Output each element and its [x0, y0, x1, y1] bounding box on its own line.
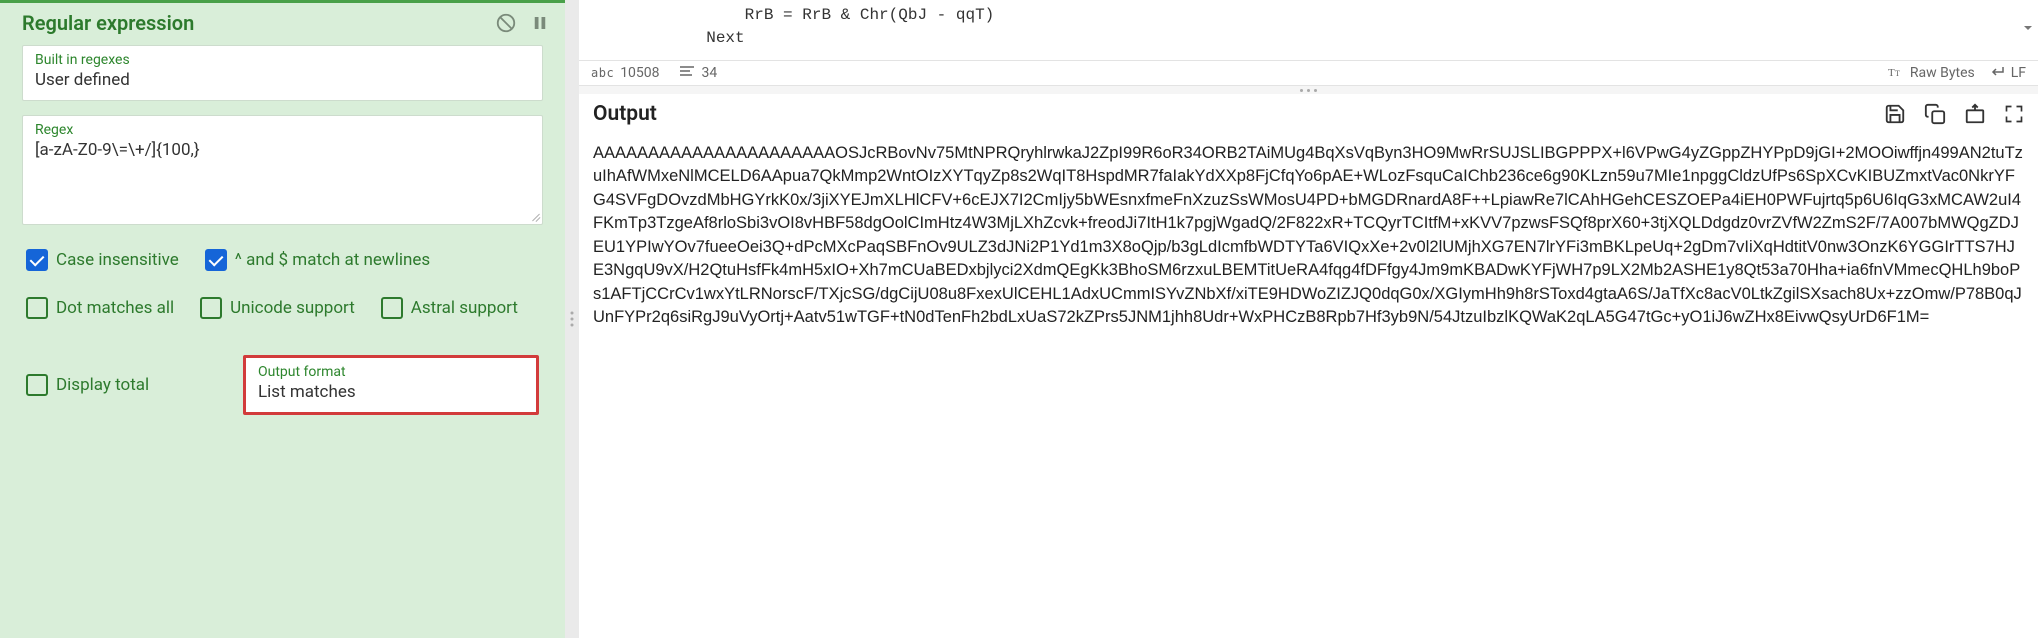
- lines-icon: [680, 65, 696, 81]
- output-content[interactable]: AAAAAAAAAAAAAAAAAAAAAAOSJcRBovNv75MtNPRQ…: [579, 138, 2038, 638]
- panel-title: Regular expression: [22, 11, 194, 35]
- code-line-1: RrB = RrB & Chr(QbJ - qqT): [591, 6, 994, 24]
- case-insensitive-checkbox[interactable]: Case insensitive: [26, 249, 179, 271]
- char-count-value: 10508: [620, 65, 659, 81]
- eol-label: LF: [2011, 65, 2026, 81]
- dot-matches-label: Dot matches all: [56, 298, 174, 318]
- newlines-checkbox[interactable]: ^ and $ match at newlines: [205, 249, 430, 271]
- line-count[interactable]: 34: [680, 65, 718, 81]
- output-format-value: List matches: [258, 382, 524, 402]
- svg-text:T: T: [1888, 67, 1895, 78]
- options-row-3: Display total Output format List matches: [22, 335, 543, 421]
- regex-input[interactable]: Regex [a-zA-Z0-9\=\+/]{100,}: [22, 115, 543, 225]
- checkbox-empty-icon: [200, 297, 222, 319]
- options-row-1: Case insensitive ^ and $ match at newlin…: [22, 239, 543, 273]
- status-left: abc 10508 34: [591, 65, 717, 81]
- output-title: Output: [593, 102, 657, 126]
- line-count-value: 34: [702, 65, 718, 81]
- display-total-label: Display total: [56, 375, 149, 395]
- copy-icon[interactable]: [1924, 103, 1946, 125]
- regex-label: Regex: [35, 122, 530, 138]
- case-insensitive-label: Case insensitive: [56, 250, 179, 270]
- checkbox-empty-icon: [381, 297, 403, 319]
- status-bar: abc 10508 34 TT Raw Bytes LF: [579, 60, 2038, 86]
- right-panel: RrB = RrB & Chr(QbJ - qqT) Next abc 1050…: [579, 0, 2038, 638]
- output-header: Output: [579, 94, 2038, 138]
- pause-icon[interactable]: [531, 14, 549, 32]
- builtin-regex-label: Built in regexes: [35, 52, 530, 68]
- output-format-select[interactable]: Output format List matches: [243, 355, 539, 415]
- output-toolbar: [1884, 103, 2024, 125]
- checkbox-checked-icon: [205, 249, 227, 271]
- builtin-regex-value: User defined: [35, 70, 530, 90]
- raw-bytes-label: Raw Bytes: [1910, 65, 1975, 81]
- text-format-icon: TT: [1888, 64, 1904, 82]
- replace-input-icon[interactable]: [1964, 103, 1986, 125]
- raw-bytes-toggle[interactable]: TT Raw Bytes: [1888, 64, 1975, 82]
- unicode-checkbox[interactable]: Unicode support: [200, 297, 355, 319]
- input-scrollbar[interactable]: [2022, 0, 2036, 60]
- astral-checkbox[interactable]: Astral support: [381, 297, 518, 319]
- svg-text:T: T: [1895, 69, 1900, 78]
- disable-icon[interactable]: [495, 12, 517, 34]
- recipe-panel: Regular expression Built in regexes User…: [0, 0, 565, 638]
- maximize-icon[interactable]: [2004, 104, 2024, 124]
- dot-matches-checkbox[interactable]: Dot matches all: [26, 297, 174, 319]
- newlines-label: ^ and $ match at newlines: [235, 250, 430, 270]
- builtin-regex-select[interactable]: Built in regexes User defined: [22, 45, 543, 101]
- checkbox-empty-icon: [26, 374, 48, 396]
- resize-grip-icon: [528, 210, 540, 222]
- panel-header-icons: [495, 12, 549, 34]
- horizontal-divider[interactable]: [579, 86, 2038, 94]
- char-count[interactable]: abc 10508: [591, 65, 660, 81]
- drag-handle-icon: [571, 312, 574, 327]
- code-line-2: Next: [591, 29, 745, 47]
- checkbox-checked-icon: [26, 249, 48, 271]
- return-icon: [1991, 65, 2005, 81]
- checkbox-empty-icon: [26, 297, 48, 319]
- eol-toggle[interactable]: LF: [1991, 65, 2026, 81]
- scroll-down-icon[interactable]: [1964, 5, 2034, 58]
- abc-icon: abc: [591, 66, 614, 80]
- panel-header: Regular expression: [0, 3, 565, 45]
- status-right: TT Raw Bytes LF: [1888, 64, 2026, 82]
- regex-value: [a-zA-Z0-9\=\+/]{100,}: [35, 140, 530, 160]
- unicode-label: Unicode support: [230, 298, 355, 318]
- options-row-2: Dot matches all Unicode support Astral s…: [22, 287, 543, 321]
- save-icon[interactable]: [1884, 103, 1906, 125]
- output-format-label: Output format: [258, 364, 524, 380]
- panel-body: Built in regexes User defined Regex [a-z…: [0, 45, 565, 437]
- display-total-checkbox[interactable]: Display total: [26, 374, 149, 396]
- astral-label: Astral support: [411, 298, 518, 318]
- vertical-divider[interactable]: [565, 0, 579, 638]
- input-code-area[interactable]: RrB = RrB & Chr(QbJ - qqT) Next: [579, 0, 2038, 60]
